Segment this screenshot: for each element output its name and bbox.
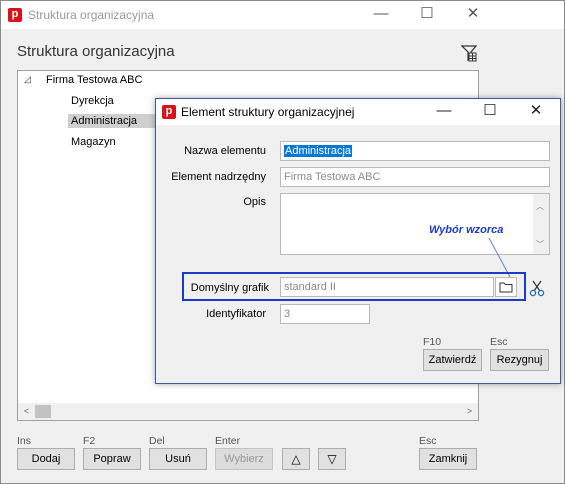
filter-icon[interactable] <box>460 44 478 62</box>
minimize-button[interactable]: — <box>358 1 404 27</box>
description-label: Opis <box>243 196 266 208</box>
scroll-right-button[interactable]: > <box>461 403 478 420</box>
tree-item-magazyn[interactable]: Magazyn <box>68 135 119 149</box>
dialog-maximize-button[interactable]: ☐ <box>468 98 512 124</box>
choose-shortcut: Enter <box>215 435 241 447</box>
scroll-thumb[interactable] <box>35 405 51 418</box>
close-button[interactable]: ✕ <box>450 1 496 27</box>
delete-shortcut: Del <box>149 435 165 447</box>
name-field[interactable]: Administracja <box>280 141 550 161</box>
name-value: Administracja <box>284 145 353 157</box>
horizontal-scrollbar[interactable]: < > <box>18 403 478 420</box>
move-up-button[interactable]: △ <box>282 448 310 470</box>
pattern-annotation: Wybór wzorca <box>429 224 504 236</box>
element-dialog: p Element struktury organizacyjnej — ☐ ✕… <box>155 98 561 384</box>
tree-item-administracja[interactable]: Administracja <box>68 114 156 128</box>
choose-button[interactable]: Wybierz <box>215 448 273 470</box>
confirm-button[interactable]: Zatwierdź <box>423 349 482 371</box>
dialog-title-bar: p Element struktury organizacyjnej — ☐ ✕ <box>156 99 560 125</box>
window-title: Struktura organizacyjna <box>28 8 155 22</box>
close-window-button[interactable]: Zamknij <box>419 448 477 470</box>
identifier-label: Identyfikator <box>206 308 266 320</box>
parent-label: Element nadrzędny <box>171 171 266 183</box>
choose-pattern-button[interactable] <box>495 277 517 297</box>
schedule-label: Domyślny grafik <box>190 282 269 294</box>
close-shortcut: Esc <box>419 435 437 447</box>
parent-field[interactable]: Firma Testowa ABC <box>280 167 550 187</box>
add-shortcut: Ins <box>17 435 32 447</box>
dialog-title: Element struktury organizacyjnej <box>181 105 355 119</box>
clear-scissors-icon[interactable] <box>528 279 546 297</box>
cancel-button[interactable]: Rezygnuj <box>490 349 549 371</box>
schedule-field[interactable]: standard II <box>280 277 494 297</box>
edit-button[interactable]: Popraw <box>83 448 141 470</box>
delete-button[interactable]: Usuń <box>149 448 207 470</box>
description-scrollbar[interactable]: ︿ ﹀ <box>533 194 549 254</box>
folder-icon <box>499 282 513 293</box>
tree-item-dyrekcja[interactable]: Dyrekcja <box>68 94 117 108</box>
dialog-app-icon: p <box>162 105 176 119</box>
dialog-minimize-button[interactable]: — <box>422 98 466 124</box>
cancel-shortcut: Esc <box>490 336 508 348</box>
name-label: Nazwa elementu <box>184 145 266 157</box>
scroll-up-icon[interactable]: ︿ <box>536 198 544 216</box>
tree-item-root[interactable]: Firma Testowa ABC <box>43 73 145 87</box>
scroll-left-button[interactable]: < <box>18 403 35 420</box>
add-button[interactable]: Dodaj <box>17 448 75 470</box>
collapse-icon[interactable]: ◿ <box>24 74 31 85</box>
app-icon: p <box>8 8 22 22</box>
page-title: Struktura organizacyjna <box>17 43 175 60</box>
dialog-close-button[interactable]: ✕ <box>514 98 558 124</box>
title-bar: p Struktura organizacyjna — ☐ ✕ <box>1 1 564 29</box>
scroll-down-icon[interactable]: ﹀ <box>536 236 544 254</box>
move-down-button[interactable]: ▽ <box>318 448 346 470</box>
maximize-button[interactable]: ☐ <box>404 1 450 27</box>
identifier-field[interactable]: 3 <box>280 304 370 324</box>
edit-shortcut: F2 <box>83 435 96 447</box>
confirm-shortcut: F10 <box>423 336 442 348</box>
